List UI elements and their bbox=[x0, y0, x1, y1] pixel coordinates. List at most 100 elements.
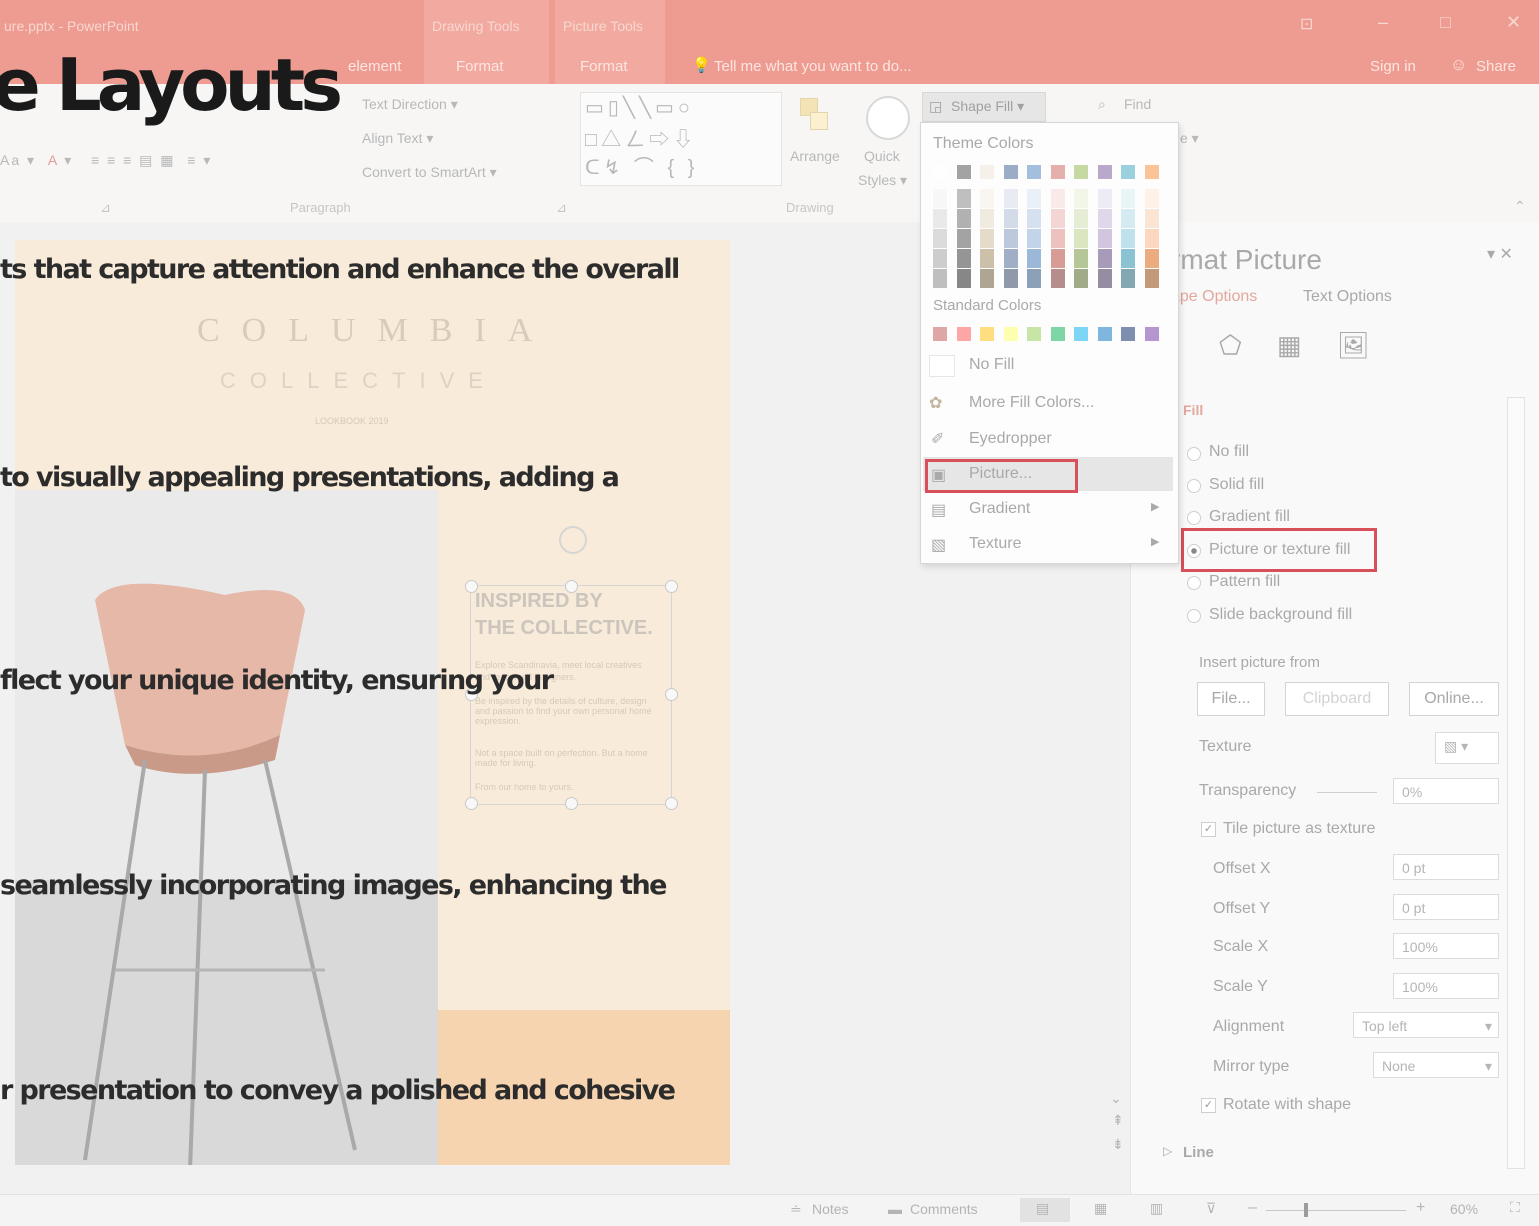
solid-fill-label[interactable]: Solid fill bbox=[1209, 476, 1264, 494]
theme-shade-swatch[interactable] bbox=[1144, 269, 1159, 288]
tab-format-picture[interactable]: Format bbox=[580, 58, 628, 75]
fit-slide-icon[interactable]: ⛶ bbox=[1510, 1199, 1520, 1216]
standard-color-swatch[interactable] bbox=[1121, 327, 1135, 341]
theme-shade-swatch[interactable] bbox=[1027, 229, 1041, 248]
theme-shade-swatch[interactable] bbox=[956, 189, 971, 208]
rotate-handle-icon[interactable] bbox=[559, 526, 587, 554]
theme-shade-swatch[interactable] bbox=[1144, 249, 1159, 268]
sign-in-link[interactable]: Sign in bbox=[1370, 58, 1416, 75]
more-fill-colors-option[interactable]: More Fill Colors... bbox=[969, 394, 1094, 412]
theme-shade-swatch[interactable] bbox=[956, 229, 971, 248]
resize-handle[interactable] bbox=[465, 580, 478, 593]
font-color-controls[interactable]: Aa ▾ A ▾ ≡ ≡ ≡ ▤ ▦ ≡ ▾ bbox=[0, 152, 212, 169]
theme-shade-swatch[interactable] bbox=[1097, 209, 1112, 228]
theme-color-swatch[interactable] bbox=[956, 165, 971, 179]
theme-shade-swatch[interactable] bbox=[1121, 229, 1135, 248]
theme-shade-swatch[interactable] bbox=[1144, 209, 1159, 228]
theme-shade-swatch[interactable] bbox=[1003, 249, 1018, 268]
ribbon-display-icon[interactable]: ⊡ bbox=[1300, 14, 1313, 34]
notes-button[interactable]: Notes bbox=[812, 1201, 849, 1217]
solid-fill-radio[interactable] bbox=[1187, 479, 1201, 493]
transparency-input[interactable]: 0% bbox=[1393, 778, 1499, 804]
align-text-button[interactable]: Align Text ▾ bbox=[362, 130, 433, 147]
replace-button[interactable]: e ▾ bbox=[1180, 130, 1199, 147]
theme-shade-swatch[interactable] bbox=[933, 229, 947, 248]
tab-text-options[interactable]: Text Options bbox=[1303, 288, 1392, 306]
prev-slide-icon[interactable]: ⇞ bbox=[1112, 1112, 1124, 1129]
theme-shade-swatch[interactable] bbox=[980, 189, 994, 208]
theme-color-swatch[interactable] bbox=[933, 165, 947, 179]
theme-shade-swatch[interactable] bbox=[956, 269, 971, 288]
gradient-fill-radio[interactable] bbox=[1187, 511, 1201, 525]
gradient-fill-label[interactable]: Gradient fill bbox=[1209, 508, 1290, 526]
theme-shade-swatch[interactable] bbox=[1121, 209, 1135, 228]
theme-shade-swatch[interactable] bbox=[980, 209, 994, 228]
gradient-option[interactable]: Gradient bbox=[969, 500, 1030, 518]
texture-option[interactable]: Texture bbox=[969, 535, 1021, 553]
scale-x-input[interactable]: 100% bbox=[1393, 933, 1499, 959]
shapes-row-3[interactable]: ᑕ↯ ⌒ { } bbox=[585, 151, 698, 180]
theme-shade-swatch[interactable] bbox=[1074, 249, 1088, 268]
slide-bg-fill-label[interactable]: Slide background fill bbox=[1209, 606, 1352, 624]
pane-options-icon[interactable]: ▾ ✕ bbox=[1487, 244, 1513, 264]
theme-shade-swatch[interactable] bbox=[1050, 249, 1065, 268]
shape-fill-button[interactable]: ◲ Shape Fill ▾ bbox=[922, 92, 1046, 122]
resize-handle[interactable] bbox=[665, 797, 678, 810]
reading-view-icon[interactable]: ▥ bbox=[1150, 1200, 1163, 1217]
collapse-ribbon-icon[interactable]: ⌃ bbox=[1514, 198, 1526, 215]
effects-icon[interactable]: ⬠ bbox=[1219, 330, 1242, 361]
theme-shade-swatch[interactable] bbox=[956, 209, 971, 228]
theme-shade-swatch[interactable] bbox=[1097, 269, 1112, 288]
pattern-fill-label[interactable]: Pattern fill bbox=[1209, 573, 1280, 591]
no-fill-label[interactable]: No fill bbox=[1209, 443, 1249, 461]
tile-checkbox[interactable]: ✓ bbox=[1201, 822, 1216, 837]
tell-me-search[interactable]: Tell me what you want to do... bbox=[714, 58, 912, 75]
offset-x-input[interactable]: 0 pt bbox=[1393, 854, 1499, 880]
theme-shade-swatch[interactable] bbox=[980, 249, 994, 268]
texture-picker[interactable]: ▧ ▾ bbox=[1435, 732, 1499, 764]
transparency-slider[interactable] bbox=[1317, 792, 1377, 793]
tab-shape-options[interactable]: ape Options bbox=[1171, 288, 1257, 306]
theme-shade-swatch[interactable] bbox=[1121, 189, 1135, 208]
zoom-slider[interactable] bbox=[1266, 1210, 1406, 1211]
zoom-in-icon[interactable]: + bbox=[1416, 1199, 1425, 1217]
shapes-row-2[interactable]: □△ㄥ⇨⇩ bbox=[585, 123, 697, 152]
dialog-launcher-icon[interactable]: ⊿ bbox=[100, 200, 111, 216]
convert-smartart-button[interactable]: Convert to SmartArt ▾ bbox=[362, 164, 497, 181]
resize-handle[interactable] bbox=[565, 580, 578, 593]
standard-color-swatch[interactable] bbox=[1003, 327, 1018, 341]
theme-shade-swatch[interactable] bbox=[1050, 189, 1065, 208]
theme-shade-swatch[interactable] bbox=[933, 269, 947, 288]
theme-shade-swatch[interactable] bbox=[1027, 209, 1041, 228]
theme-shade-swatch[interactable] bbox=[1003, 189, 1018, 208]
close-button[interactable]: ✕ bbox=[1506, 12, 1521, 33]
standard-color-swatch[interactable] bbox=[1097, 327, 1112, 341]
theme-color-swatch[interactable] bbox=[1097, 165, 1112, 179]
resize-handle[interactable] bbox=[565, 797, 578, 810]
online-button[interactable]: Online... bbox=[1409, 682, 1499, 716]
fill-section-header[interactable]: Fill bbox=[1183, 402, 1203, 418]
theme-shade-swatch[interactable] bbox=[1003, 229, 1018, 248]
maximize-button[interactable]: □ bbox=[1440, 12, 1451, 33]
find-button[interactable]: Find bbox=[1124, 96, 1151, 112]
theme-color-swatch[interactable] bbox=[1144, 165, 1159, 179]
theme-shade-swatch[interactable] bbox=[1003, 269, 1018, 288]
zoom-slider-thumb[interactable] bbox=[1304, 1203, 1308, 1217]
theme-shade-swatch[interactable] bbox=[1121, 249, 1135, 268]
clipboard-button[interactable]: Clipboard bbox=[1285, 682, 1389, 716]
theme-shade-swatch[interactable] bbox=[1074, 189, 1088, 208]
line-section-header[interactable]: Line bbox=[1183, 1144, 1214, 1161]
zoom-level[interactable]: 60% bbox=[1450, 1201, 1478, 1217]
next-slide-icon[interactable]: ⇟ bbox=[1112, 1136, 1124, 1153]
theme-shade-swatch[interactable] bbox=[1027, 249, 1041, 268]
slideshow-icon[interactable]: ⊽ bbox=[1206, 1200, 1216, 1217]
resize-handle[interactable] bbox=[465, 797, 478, 810]
tab-element[interactable]: element bbox=[348, 58, 401, 75]
eyedropper-option[interactable]: Eyedropper bbox=[969, 430, 1052, 448]
shapes-gallery[interactable]: ▭▯╲╲▭○ □△ㄥ⇨⇩ ᑕ↯ ⌒ { } bbox=[580, 92, 782, 186]
scale-y-input[interactable]: 100% bbox=[1393, 973, 1499, 999]
theme-color-swatch[interactable] bbox=[980, 165, 994, 179]
theme-shade-swatch[interactable] bbox=[1074, 229, 1088, 248]
standard-color-swatch[interactable] bbox=[1074, 327, 1088, 341]
standard-color-swatch[interactable] bbox=[1050, 327, 1065, 341]
